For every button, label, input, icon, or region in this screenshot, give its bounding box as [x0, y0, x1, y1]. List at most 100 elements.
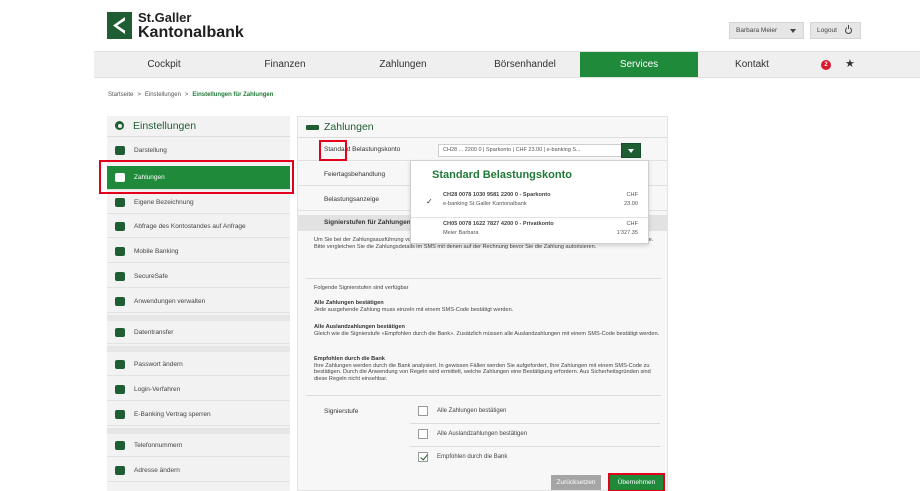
gear-icon — [115, 121, 124, 130]
highlight-zahlungen — [99, 160, 294, 194]
option-holder: Meier Barbara — [443, 230, 479, 236]
row-standard-konto: Standard Belastungskonto CH28 ... 2200 0… — [298, 139, 667, 161]
nav-finanzen[interactable]: Finanzen — [234, 52, 336, 77]
sidebar-item-label: Login-Verfahren — [134, 386, 181, 393]
chevron-down-icon — [790, 29, 796, 33]
user-name: Barbara Meier — [736, 27, 778, 34]
reset-button[interactable]: Zurücksetzen — [551, 475, 601, 490]
signierstufen-title: Signierstufen für Zahlungen — [324, 219, 411, 226]
breadcrumb-separator: > — [137, 92, 141, 98]
sidebar-header: Einstellungen — [107, 116, 290, 137]
dropdown-option-privatkonto[interactable]: CH05 0078 1622 7827 4200 0 - Privatkonto… — [411, 218, 648, 244]
option-holder: e-banking St.Galler Kantonalbank — [443, 201, 527, 207]
sidebar-divider — [107, 315, 290, 321]
level-title: Alle Auslandzahlungen bestätigen — [314, 324, 405, 330]
checkbox-foreign-payments[interactable] — [418, 429, 428, 439]
nav-zahlungen[interactable]: Zahlungen — [336, 52, 470, 77]
sidebar-item-login-verfahren[interactable]: Login-Verfahren — [107, 379, 290, 401]
safe-icon — [115, 272, 125, 281]
sidebar-item-passwort[interactable]: Passwort ändern — [107, 354, 290, 376]
sidebar-item-label: SecureSafe — [134, 273, 168, 280]
level-text: Gleich wie die Signierstufe «Empfohlen d… — [314, 330, 660, 337]
sidebar-item-label: Passwort ändern — [134, 361, 183, 368]
payment-icon — [306, 125, 319, 130]
panel-title: Zahlungen — [324, 121, 374, 133]
sidebar-item-securesafe[interactable]: SecureSafe — [107, 266, 290, 288]
checkbox-label: Alle Zahlungen bestätigen — [437, 408, 507, 414]
levels-intro: Folgende Signierstufen sind verfügbar — [314, 285, 409, 291]
panel-header: Zahlungen — [298, 117, 667, 138]
level-text: Ihre Zahlungen werden durch die Bank ana… — [314, 362, 651, 382]
bank-logo-icon[interactable] — [107, 12, 132, 39]
user-menu[interactable]: Barbara Meier — [729, 22, 804, 39]
sidebar-item-anwendungen[interactable]: Anwendungen verwalten — [107, 291, 290, 313]
nav-services[interactable]: Services — [580, 52, 698, 77]
breadcrumb: Startseite > Einstellungen > Einstellungen f… — [108, 92, 273, 98]
sidebar-item-label: Adresse ändern — [134, 467, 180, 474]
mobile-icon — [115, 247, 125, 256]
checkbox-recommended[interactable] — [418, 452, 428, 462]
sidebar-item-vertrag-sperren[interactable]: E-Banking Vertrag sperren — [107, 404, 290, 426]
sidebar-item-label: Mobile Banking — [134, 248, 179, 255]
divider — [306, 395, 661, 396]
option-currency: CHF — [626, 221, 639, 227]
sidebar-item-label: E-Banking Vertrag sperren — [134, 411, 211, 418]
option-account: CH28 0078 1030 9581 2200 0 - Sparkonto — [443, 192, 551, 198]
breadcrumb-current: Einstellungen für Zahlungen — [192, 92, 274, 98]
belastungsanzeige-label: Belastungsanzeige — [324, 196, 379, 203]
standard-konto-select[interactable]: CH28 ... 2200 0 | Sparkonto | CHF 23.00 … — [438, 144, 626, 157]
submit-button[interactable]: Übernehmen — [608, 473, 665, 491]
divider — [306, 278, 661, 279]
sidebar-item-adresse[interactable]: Adresse ändern — [107, 460, 290, 482]
key-icon — [115, 360, 125, 369]
sidebar-item-telefonnummern[interactable]: Telefonnummern — [107, 435, 290, 457]
breadcrumb-settings[interactable]: Einstellungen — [145, 92, 181, 98]
sidebar-item-datentransfer[interactable]: Datentransfer — [107, 322, 290, 344]
logout-label: Logout — [817, 27, 837, 34]
sidebar-item-darstellung[interactable]: Darstellung — [107, 140, 290, 162]
sidebar-item-mobile-banking[interactable]: Mobile Banking — [107, 241, 290, 263]
logout-button[interactable]: Logout — [810, 22, 861, 39]
location-icon — [115, 466, 125, 475]
sidebar-title: Einstellungen — [133, 120, 197, 132]
notification-badge[interactable]: 2 — [821, 60, 831, 70]
power-icon — [845, 25, 852, 34]
divider — [410, 446, 660, 447]
option-currency: CHF — [626, 192, 639, 198]
sidebar-item-kontostand-abfrage[interactable]: Abfrage des Kontostandes auf Anfrage — [107, 216, 290, 238]
sidebar-divider — [107, 346, 290, 352]
nav-kontakt[interactable]: Kontakt — [698, 52, 806, 77]
nav-boersenhandel[interactable]: Börsenhandel — [470, 52, 580, 77]
star-icon[interactable]: ★ — [845, 57, 855, 70]
checkbox-label: Alle Auslandzahlungen bestätigen — [437, 431, 528, 437]
option-account: CH05 0078 1622 7827 4200 0 - Privatkonto — [443, 221, 554, 227]
chevron-down-icon[interactable] — [621, 143, 641, 158]
sidebar-item-label: Eigene Bezeichnung — [134, 199, 194, 206]
highlight-select-button — [319, 140, 347, 161]
nav-cockpit[interactable]: Cockpit — [94, 52, 234, 77]
sidebar-item-label: Anwendungen verwalten — [134, 298, 206, 305]
phone-icon — [115, 222, 125, 231]
sidebar-item-eigene-bezeichnung[interactable]: Eigene Bezeichnung — [107, 192, 290, 214]
signierstufe-label: Signierstufe — [324, 408, 359, 415]
dropdown-option-sparkonto[interactable]: ✓ CH28 0078 1030 9581 2200 0 - Sparkonto… — [411, 189, 648, 215]
sidebar-item-label: Telefonnummern — [134, 442, 183, 449]
telephone-icon — [115, 441, 125, 450]
option-amount: 23.00 — [624, 201, 638, 207]
checkbox-label: Empfohlen durch die Bank — [437, 454, 508, 460]
checkbox-all-payments[interactable] — [418, 406, 428, 416]
level-title: Alle Zahlungen bestätigen — [314, 300, 384, 306]
feiertag-label: Feiertagsbehandlung — [324, 171, 386, 178]
lock-icon — [115, 410, 125, 419]
konto-dropdown: Standard Belastungskonto ✓ CH28 0078 103… — [410, 160, 649, 244]
level-recommended: Empfohlen durch die Bank Ihre Zahlungen … — [314, 356, 664, 382]
breadcrumb-separator: > — [184, 92, 189, 98]
login-icon — [115, 385, 125, 394]
main-nav: Cockpit Finanzen Zahlungen Börsenhandel … — [94, 51, 920, 78]
sidebar-item-label: Darstellung — [134, 147, 167, 154]
brand-name-line1: St.Galler — [138, 10, 192, 25]
sidebar-divider — [107, 428, 290, 434]
apps-icon — [115, 297, 125, 306]
brand-name-line2: Kantonalbank — [138, 24, 244, 41]
breadcrumb-home[interactable]: Startseite — [108, 92, 133, 98]
